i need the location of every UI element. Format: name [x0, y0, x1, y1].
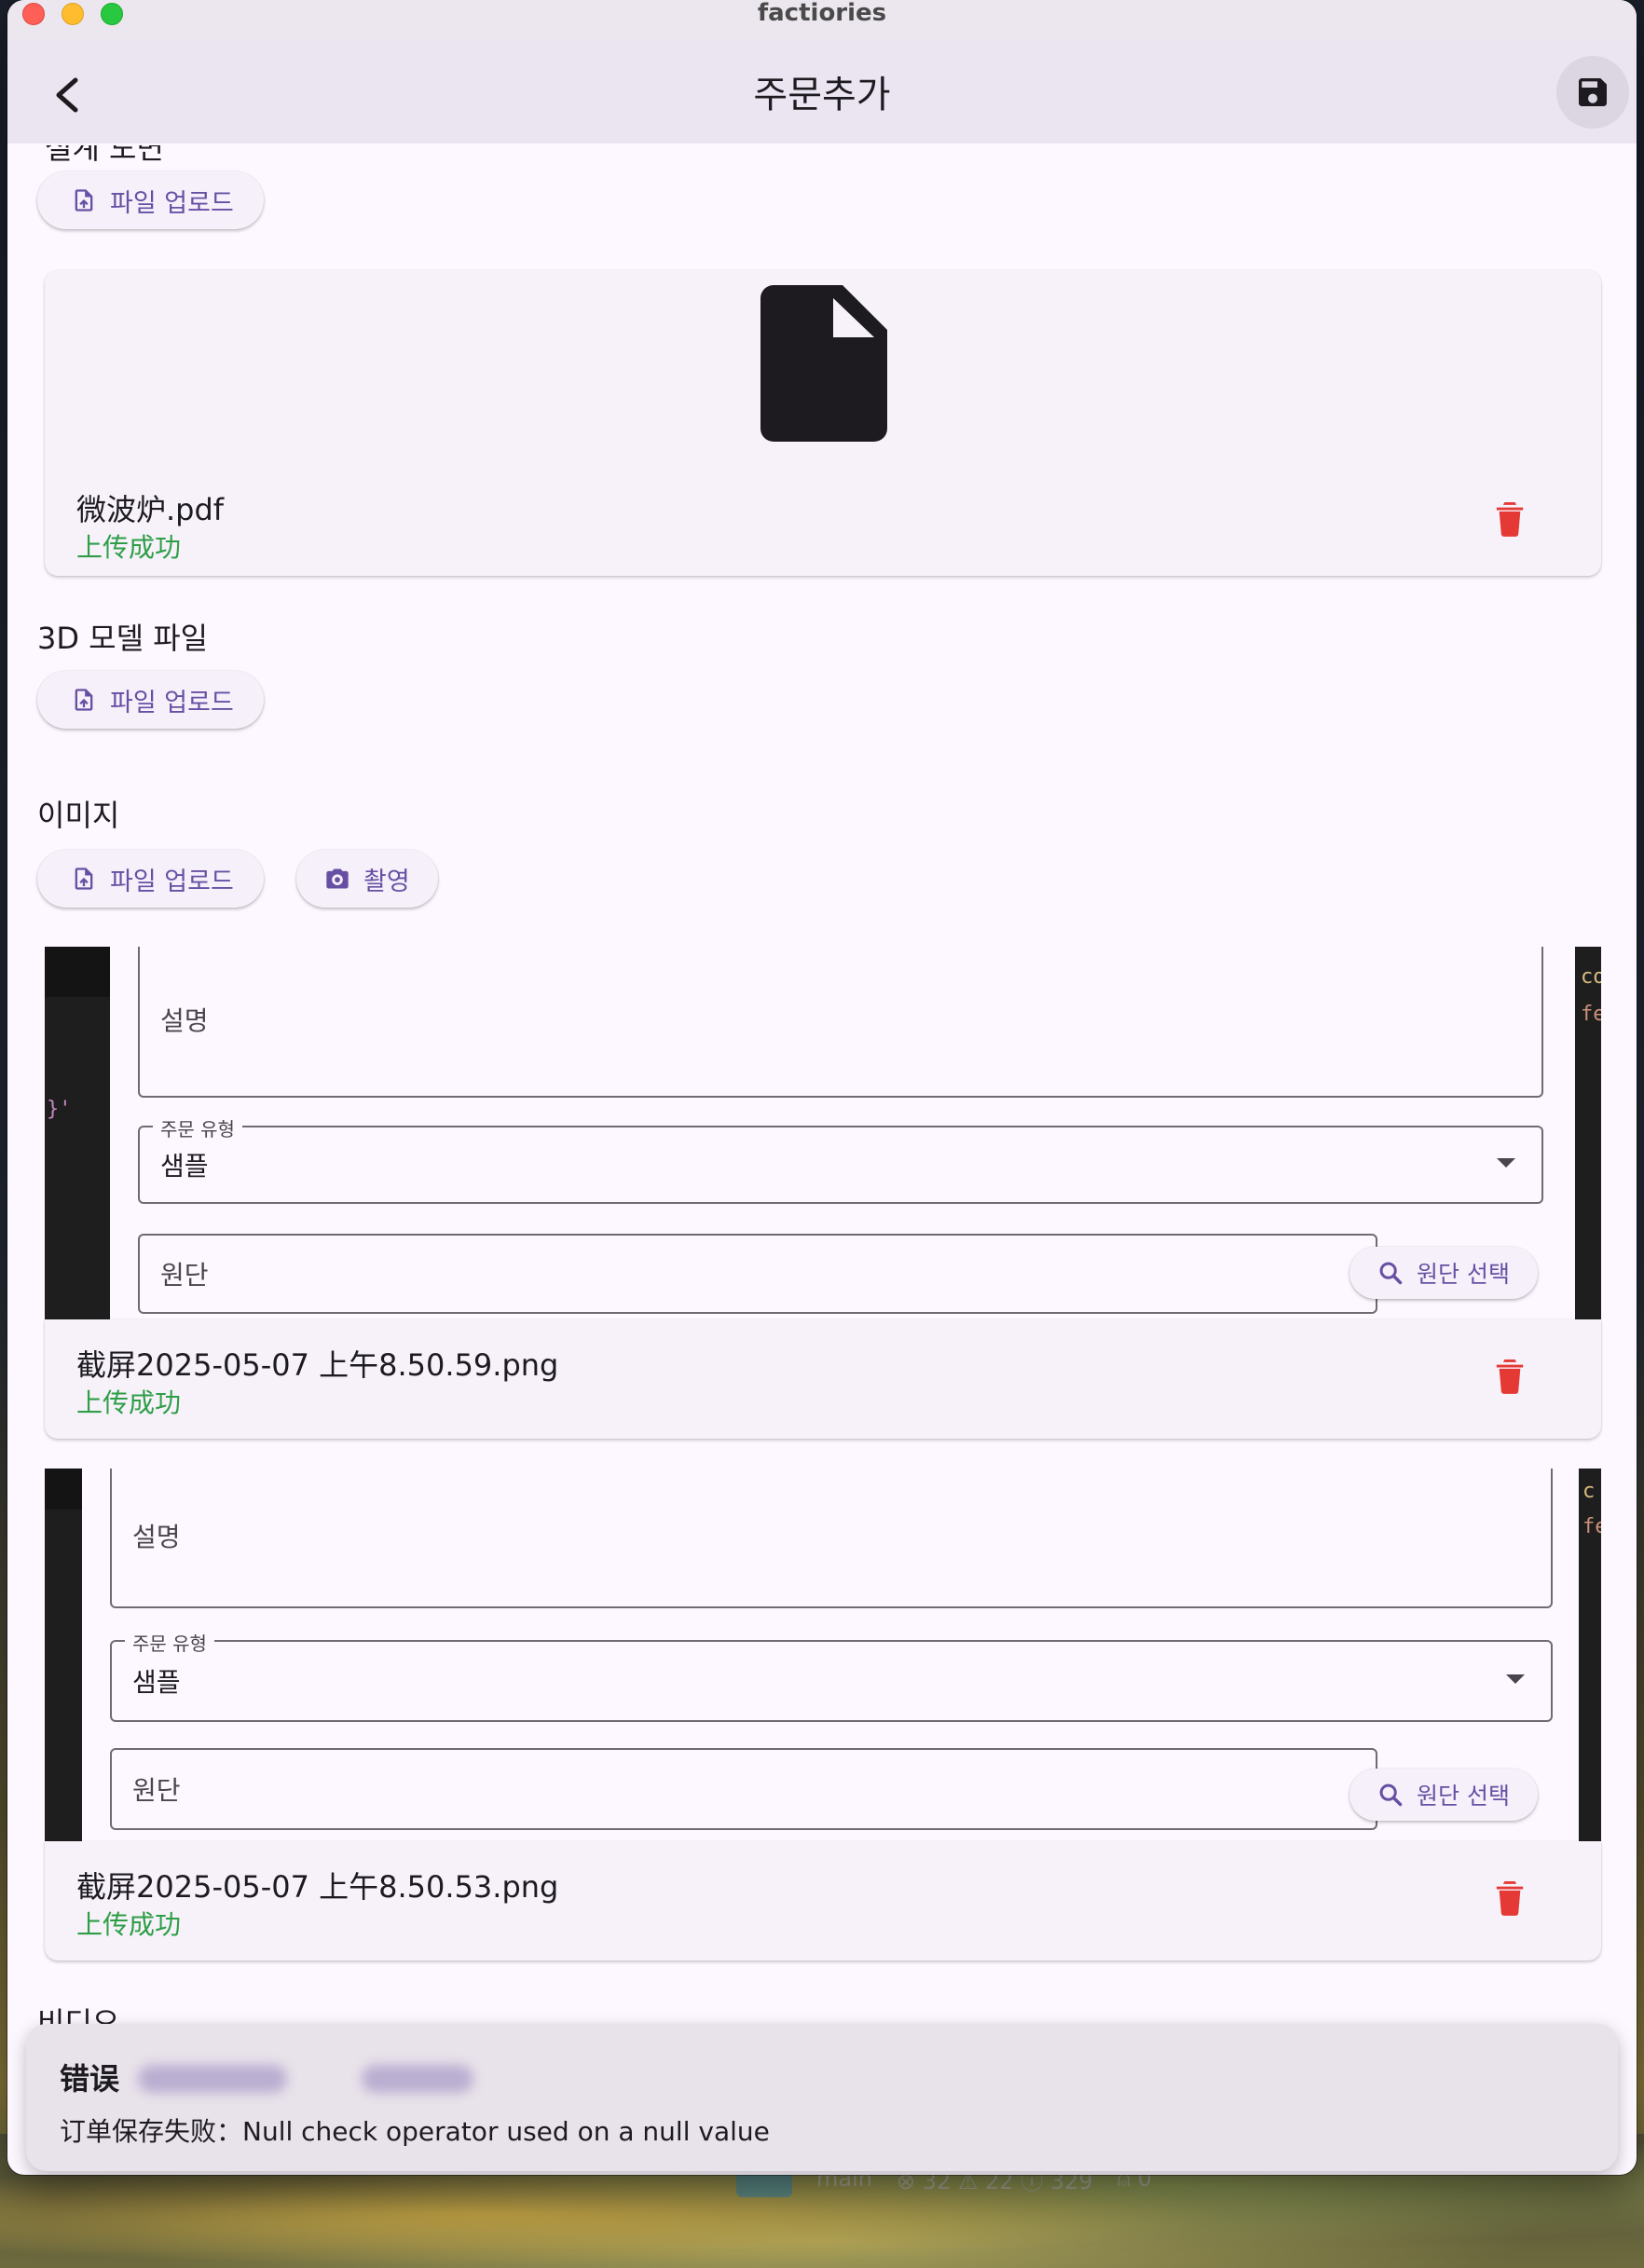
image-preview-2: c fe 설명 주문 유형 샘플 원단 원단 선택 [45, 1469, 1601, 1841]
window-title: factiories [757, 0, 887, 27]
snackbar-title: 错误 [60, 2061, 120, 2097]
model-upload-button[interactable]: 파일 업로드 [37, 671, 264, 729]
delete-file-button[interactable] [1484, 1349, 1536, 1401]
image-preview-1: }' co fe 설명 주문 유형 샘플 원단 원단 선택 [45, 947, 1601, 1319]
delete-file-button[interactable] [1484, 1871, 1536, 1923]
snackbar-underlay [138, 2065, 529, 2098]
capture-button-label: 촬영 [363, 867, 410, 896]
order-type-value: 샘플 [160, 1151, 209, 1182]
dropdown-arrow-icon [1506, 1674, 1525, 1684]
upload-button-label: 파일 업로드 [110, 688, 234, 717]
image-upload-button[interactable]: 파일 업로드 [37, 850, 264, 908]
fabric-select-button[interactable]: 원단 선택 [1349, 1769, 1538, 1821]
order-type-select[interactable]: 주문 유형 샘플 [110, 1629, 1553, 1722]
description-field[interactable]: 설명 [138, 947, 1543, 1098]
file-name: 微波炉.pdf [76, 492, 225, 527]
upload-file-icon [71, 687, 97, 713]
close-window-button[interactable] [22, 3, 45, 25]
app-bar: 주문추가 [7, 39, 1637, 143]
window-titlebar: factiories [7, 0, 1637, 40]
description-placeholder: 설명 [132, 1522, 181, 1552]
order-type-select[interactable]: 주문 유형 샘플 [138, 1114, 1543, 1204]
section-label-drawing: 설계 도면 [45, 143, 164, 166]
drawing-upload-button[interactable]: 파일 업로드 [37, 171, 264, 229]
back-button[interactable] [41, 69, 93, 121]
save-button[interactable] [1556, 56, 1629, 129]
traffic-lights [22, 3, 123, 25]
upload-file-icon [71, 187, 97, 213]
page-title: 주문추가 [753, 74, 891, 116]
fabric-field[interactable]: 원단 [138, 1234, 1377, 1314]
fabric-select-label: 원단 선택 [1417, 1783, 1510, 1810]
scroll-content[interactable]: 설계 도면 파일 업로드 微波炉.pdf 上传成功 3D 모델 파일 파일 업로… [7, 143, 1637, 2175]
file-status: 上传成功 [76, 532, 182, 563]
upload-file-icon [71, 866, 97, 892]
search-icon [1377, 1260, 1404, 1286]
screenshot-edge-right: co fe [1575, 947, 1601, 1319]
fabric-select-label: 원단 선택 [1417, 1261, 1510, 1288]
order-type-label: 주문 유형 [125, 1629, 214, 1656]
delete-file-button[interactable] [1484, 492, 1536, 544]
app-window: factiories 주문추가 설계 도면 파일 업로드 微波炉.pdf 上传成… [7, 0, 1637, 2175]
file-status: 上传成功 [76, 1909, 182, 1940]
fabric-placeholder: 원단 [132, 1775, 181, 1806]
capture-button[interactable]: 촬영 [296, 850, 438, 908]
description-placeholder: 설명 [160, 1005, 209, 1036]
trash-icon [1496, 502, 1524, 537]
dropdown-arrow-icon [1497, 1158, 1515, 1168]
fabric-placeholder: 원단 [160, 1260, 209, 1291]
section-label-image: 이미지 [37, 798, 120, 833]
upload-button-label: 파일 업로드 [110, 188, 234, 218]
image-file-card-1: 截屏2025-05-07 上午8.50.59.png 上传成功 [45, 1319, 1601, 1439]
arrow-back-icon [56, 77, 78, 113]
fabric-select-button[interactable]: 원단 선택 [1349, 1247, 1538, 1299]
image-file-card-2: 截屏2025-05-07 上午8.50.53.png 上传成功 [45, 1841, 1601, 1961]
fabric-field[interactable]: 원단 [110, 1748, 1377, 1830]
error-snackbar: 错误 订单保存失败：Null check operator used on a … [26, 2024, 1618, 2171]
trash-icon [1496, 1881, 1524, 1916]
trash-icon [1496, 1359, 1524, 1394]
drawing-file-card: 微波炉.pdf 上传成功 [45, 270, 1601, 576]
snackbar-message: 订单保存失败：Null check operator used on a nul… [60, 2116, 770, 2147]
order-type-label: 주문 유형 [153, 1114, 242, 1141]
document-icon [760, 285, 887, 442]
screenshot-edge-left [45, 1469, 82, 1841]
floppy-save-icon [1579, 78, 1607, 106]
screenshot-edge-left: }' [45, 947, 110, 1319]
file-name: 截屏2025-05-07 上午8.50.59.png [76, 1347, 559, 1383]
order-type-value: 샘플 [132, 1667, 181, 1698]
minimize-window-button[interactable] [62, 3, 84, 25]
file-status: 上传成功 [76, 1387, 182, 1418]
file-name: 截屏2025-05-07 上午8.50.53.png [76, 1869, 559, 1905]
description-field[interactable]: 설명 [110, 1469, 1553, 1608]
upload-button-label: 파일 업로드 [110, 867, 234, 896]
section-label-3d-model: 3D 모델 파일 [37, 621, 209, 656]
zoom-window-button[interactable] [101, 3, 123, 25]
search-icon [1377, 1782, 1404, 1808]
camera-icon [324, 866, 350, 892]
screenshot-edge-right: c fe [1579, 1469, 1601, 1841]
